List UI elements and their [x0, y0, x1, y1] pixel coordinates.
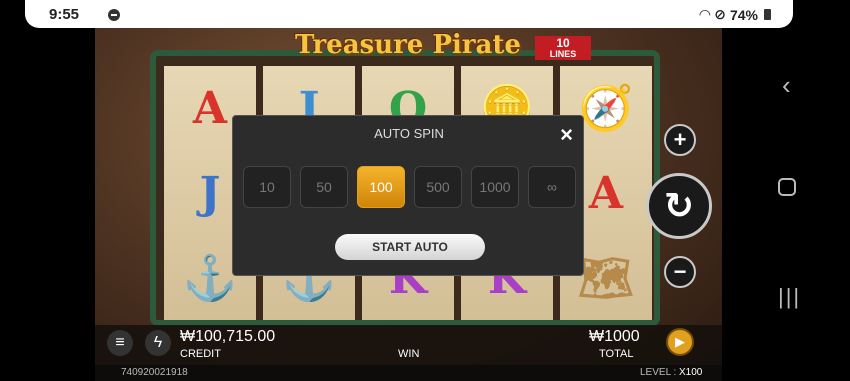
total-value: ₩1000	[589, 328, 640, 345]
game-id: 740920021918	[121, 367, 188, 378]
spin-count-option[interactable]: 500	[414, 166, 462, 208]
win-label: WIN	[398, 348, 420, 360]
do-not-disturb-icon	[108, 9, 120, 21]
spin-count-option[interactable]: 100	[357, 166, 405, 208]
autoplay-button[interactable]: ▶	[666, 328, 694, 356]
spin-count-option[interactable]: ∞	[528, 166, 576, 208]
level-label: LEVEL :	[640, 367, 677, 378]
wifi-icon: ◠	[699, 6, 711, 22]
back-icon[interactable]: ‹	[782, 70, 791, 101]
dialog-title: AUTO SPIN	[374, 126, 444, 141]
increase-bet-button[interactable]: +	[664, 124, 696, 156]
auto-spin-dialog: AUTO SPIN × 10 50 100 500 1000 ∞ START AUTO	[232, 115, 584, 276]
spin-count-option[interactable]: 10	[243, 166, 291, 208]
status-indicators: ◠ ⊘ 74%	[699, 6, 771, 23]
game-logo: Treasure Pirate	[295, 30, 521, 60]
decrease-bet-button[interactable]: −	[664, 256, 696, 288]
status-pill: 9:55 ◠ ⊘ 74%	[25, 0, 793, 28]
battery-percent: 74%	[729, 6, 758, 23]
lines-count: 10	[556, 36, 570, 50]
recent-apps-icon[interactable]: |||	[778, 284, 801, 310]
spin-button[interactable]: ↻	[646, 173, 712, 239]
credit-value: ₩100,715.00	[180, 328, 276, 345]
status-bar: 9:55 ◠ ⊘ 74%	[0, 0, 850, 28]
lines-badge: 10 LINES	[535, 36, 591, 60]
start-auto-button[interactable]: START AUTO	[335, 234, 485, 260]
lines-label: LINES	[549, 49, 577, 59]
battery-icon	[764, 9, 771, 20]
home-icon[interactable]	[778, 178, 796, 196]
total-label: TOTAL	[599, 348, 634, 360]
footer: 740920021918 LEVEL : X100	[95, 365, 722, 381]
credit-label: CREDIT	[180, 348, 221, 360]
bottom-bar: ≡ ϟ ₩100,715.00 CREDIT WIN ₩1000 TOTAL ▶	[95, 325, 722, 365]
turbo-icon[interactable]: ϟ	[145, 330, 171, 356]
clock: 9:55	[49, 6, 80, 23]
spin-count-option[interactable]: 1000	[471, 166, 519, 208]
close-icon[interactable]: ×	[560, 122, 573, 148]
navigation-bar: ‹ |||	[722, 28, 850, 381]
mute-icon: ⊘	[714, 6, 726, 22]
spin-count-option[interactable]: 50	[300, 166, 348, 208]
level-value: X100	[679, 367, 703, 378]
menu-icon[interactable]: ≡	[107, 330, 133, 356]
